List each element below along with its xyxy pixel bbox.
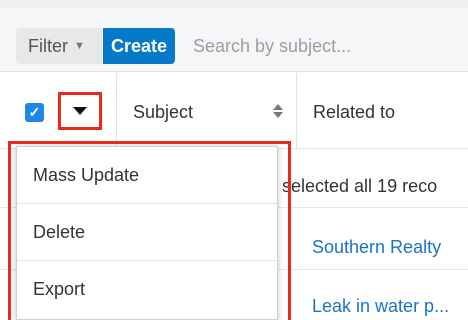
create-button[interactable]: Create	[103, 28, 175, 64]
column-divider	[296, 73, 297, 149]
sort-icon[interactable]	[272, 100, 284, 122]
top-divider	[0, 0, 468, 8]
related-link[interactable]: Southern Realty	[312, 237, 441, 258]
selection-notice: selected all 19 reco	[282, 176, 438, 196]
related-link[interactable]: Leak in water p...	[312, 296, 449, 317]
chevron-down-icon: ▼	[74, 40, 85, 52]
highlight-outline	[8, 141, 291, 320]
column-header-subject[interactable]: Subject	[133, 102, 193, 123]
column-divider	[116, 73, 117, 149]
actions-dropdown-toggle[interactable]	[58, 92, 102, 130]
column-header-related-to[interactable]: Related to	[313, 102, 395, 123]
filter-label: Filter	[28, 35, 68, 56]
search-input[interactable]	[176, 28, 468, 64]
caret-down-icon	[73, 107, 87, 115]
checkmark-icon: ✓	[28, 104, 41, 120]
filter-button[interactable]: Filter ▼	[16, 28, 102, 64]
select-all-checkbox[interactable]: ✓	[25, 103, 44, 122]
